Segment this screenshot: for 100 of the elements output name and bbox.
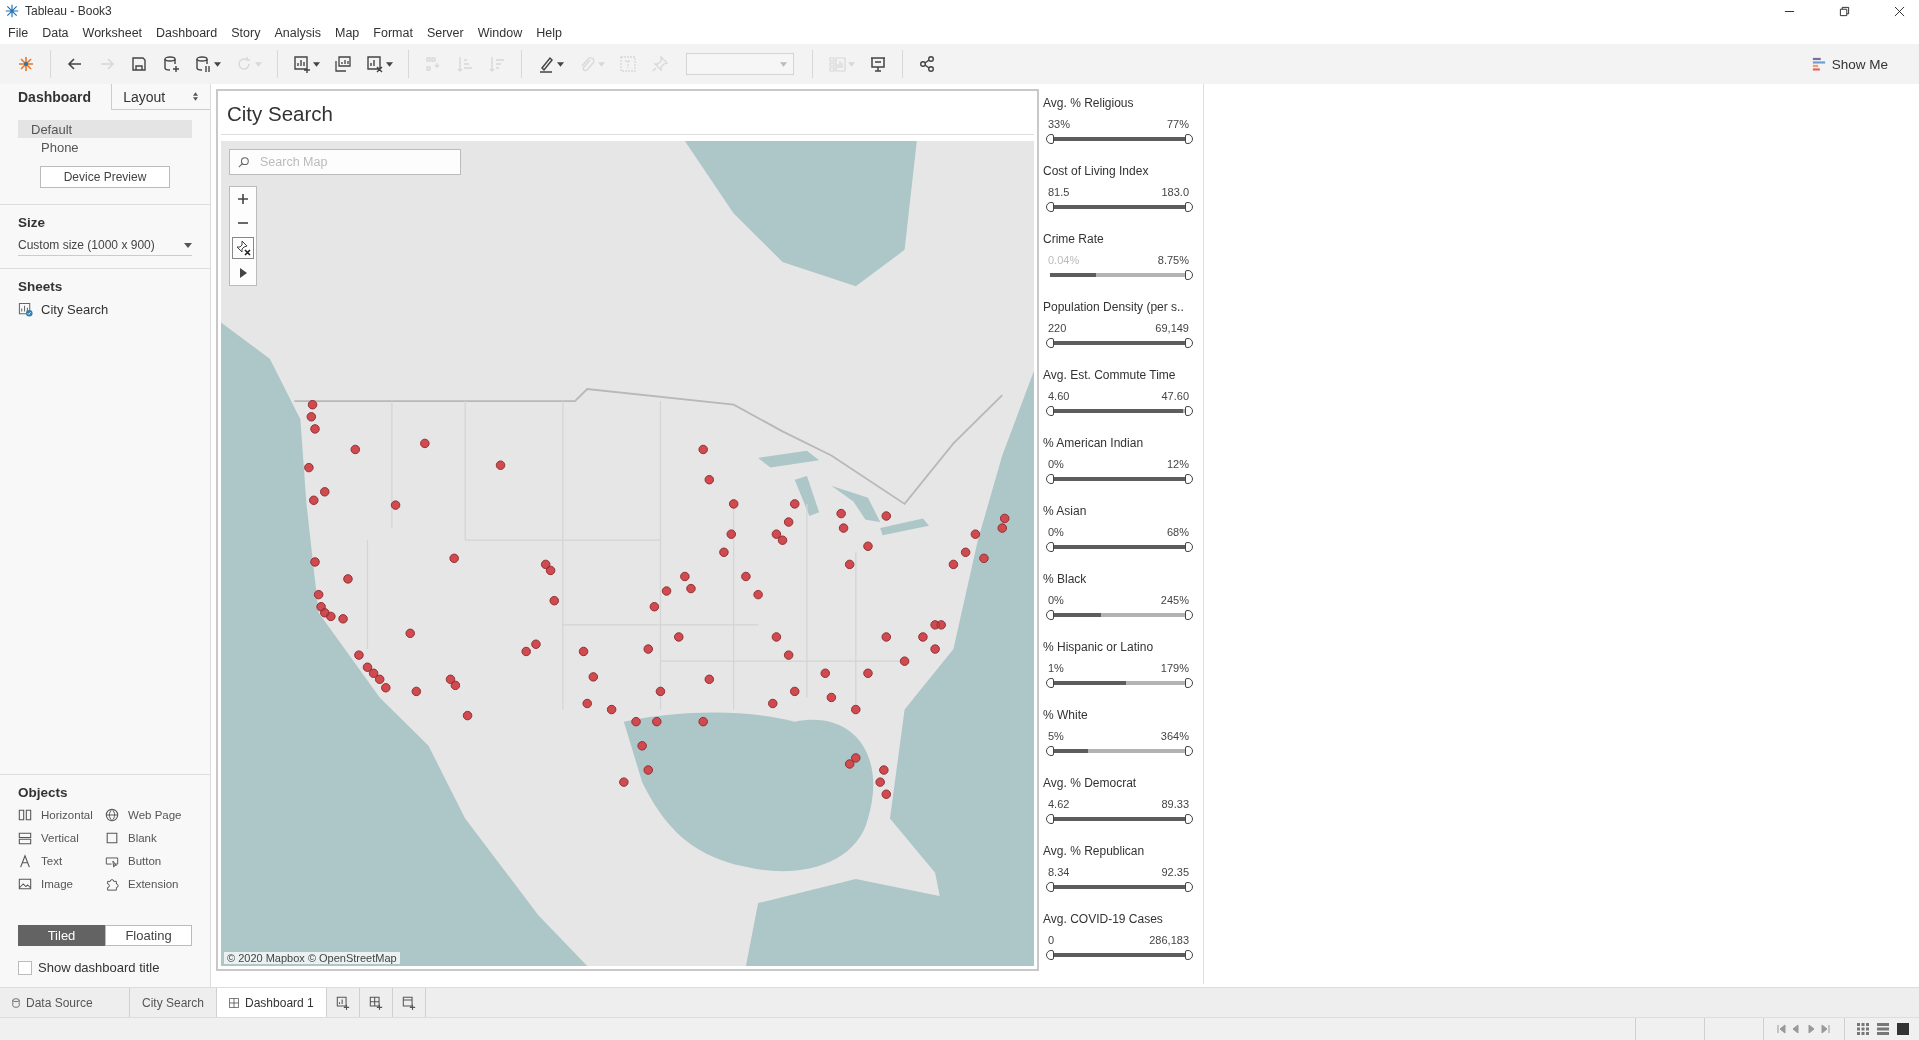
range-max: 183.0 <box>1161 186 1189 198</box>
caret-icon <box>184 242 192 248</box>
show-me-button[interactable]: Show Me <box>1805 55 1894 73</box>
caret-icon[interactable] <box>557 61 564 67</box>
restore-icon[interactable] <box>1839 5 1850 17</box>
object-item[interactable]: Web Page <box>128 809 182 821</box>
slider-handle[interactable] <box>1185 882 1193 892</box>
slider-handle[interactable] <box>1185 134 1193 144</box>
slider-handle[interactable] <box>1046 950 1054 960</box>
caret-icon[interactable] <box>214 61 221 67</box>
slider-handle[interactable] <box>1185 270 1193 280</box>
slider-handle[interactable] <box>1185 542 1193 552</box>
checkbox-label[interactable]: Show dashboard title <box>38 960 160 975</box>
clear-sheet-icon[interactable] <box>366 55 384 73</box>
sheet-tab[interactable]: Dashboard 1 <box>217 988 327 1017</box>
slider-handle[interactable] <box>1185 406 1193 416</box>
panel-tab[interactable]: Layout <box>110 84 210 110</box>
text-icon[interactable] <box>18 854 32 868</box>
caret-icon[interactable] <box>313 61 320 67</box>
close-icon[interactable] <box>1894 5 1905 17</box>
unpin-icon[interactable] <box>232 237 254 259</box>
slider-handle[interactable] <box>1185 678 1193 688</box>
slider-handle[interactable] <box>1046 678 1054 688</box>
range-min: 4.60 <box>1048 390 1070 402</box>
object-item[interactable]: Horizontal <box>41 809 93 821</box>
image-icon[interactable] <box>18 877 32 891</box>
new-worksheet-icon[interactable] <box>335 995 350 1010</box>
slider-handle[interactable] <box>1185 746 1193 756</box>
menu-item[interactable]: Format <box>373 26 413 40</box>
sheet-item[interactable]: City Search <box>41 302 109 317</box>
slider-handle[interactable] <box>1185 474 1193 484</box>
layout-toggle[interactable]: Floating <box>105 925 192 946</box>
filter-title: Crime Rate <box>1043 232 1105 246</box>
logo-icon[interactable] <box>17 55 35 73</box>
menu-item[interactable]: Worksheet <box>82 26 143 40</box>
object-item[interactable]: Vertical <box>41 832 79 844</box>
menu-item[interactable]: Server <box>426 26 464 40</box>
menu-item[interactable]: Dashboard <box>156 26 218 40</box>
layout-toggle[interactable]: Tiled <box>18 925 105 946</box>
object-item[interactable]: Extension <box>128 878 179 890</box>
vertical-icon[interactable] <box>18 831 32 845</box>
list-view-icon[interactable] <box>1877 1023 1889 1035</box>
add-chart-icon[interactable] <box>293 55 311 73</box>
slider-handle[interactable] <box>1046 338 1054 348</box>
presentation-icon[interactable] <box>869 55 887 73</box>
highlighter-icon[interactable] <box>537 55 555 73</box>
slider-handle[interactable] <box>1046 202 1054 212</box>
blank-icon[interactable] <box>105 831 119 845</box>
share-icon[interactable] <box>918 55 936 73</box>
save-icon[interactable] <box>130 55 148 73</box>
menu-item[interactable]: Help <box>536 26 562 40</box>
slider-handle[interactable] <box>1185 610 1193 620</box>
filter-title: Avg. Est. Commute Time <box>1043 368 1177 382</box>
new-story-icon[interactable] <box>401 995 416 1010</box>
slider-handle[interactable] <box>1046 406 1054 416</box>
slider-handle[interactable] <box>1046 134 1054 144</box>
slider-handle[interactable] <box>1185 950 1193 960</box>
checkbox[interactable] <box>18 960 32 975</box>
web-page-icon[interactable] <box>105 808 119 822</box>
slider-handle[interactable] <box>1185 338 1193 348</box>
menu-item[interactable]: Analysis <box>274 26 321 40</box>
range-min: 4.62 <box>1048 798 1070 810</box>
caret-icon[interactable] <box>386 61 393 67</box>
slider-handle[interactable] <box>1185 202 1193 212</box>
object-item[interactable]: Blank <box>128 832 157 844</box>
device-item[interactable]: Default <box>18 120 192 138</box>
object-item[interactable]: Text <box>41 855 63 867</box>
slider-handle[interactable] <box>1046 746 1054 756</box>
menu-item[interactable]: Story <box>231 26 261 40</box>
menu-item[interactable]: Map <box>334 26 360 40</box>
menu-item[interactable]: Data <box>42 26 69 40</box>
database-icon <box>12 997 20 1008</box>
slider-handle[interactable] <box>1046 542 1054 552</box>
new-dashboard-icon[interactable] <box>368 995 383 1010</box>
slider-handle[interactable] <box>1046 814 1054 824</box>
horizontal-icon[interactable] <box>18 808 32 822</box>
duplicate-icon[interactable] <box>334 55 352 73</box>
slider-handle[interactable] <box>1046 610 1054 620</box>
device-item[interactable]: Phone <box>18 138 192 156</box>
range-min: 5% <box>1048 730 1064 742</box>
object-item[interactable]: Image <box>41 878 73 890</box>
pause-database-icon[interactable] <box>194 55 212 73</box>
menu-item[interactable]: File <box>8 26 29 40</box>
object-item[interactable]: Button <box>128 855 162 867</box>
range-min: 1% <box>1048 662 1064 674</box>
size-dropdown[interactable]: Custom size (1000 x 900) <box>18 238 192 256</box>
menu-item[interactable]: Window <box>477 26 523 40</box>
slider-handle[interactable] <box>1046 882 1054 892</box>
slider-handle[interactable] <box>1046 474 1054 484</box>
filter-title: % Black <box>1043 572 1088 586</box>
search-field[interactable]: Search Map <box>229 149 461 175</box>
add-database-icon[interactable] <box>162 55 180 73</box>
device-preview-button[interactable]: Device Preview <box>40 166 170 188</box>
grid-view-icon[interactable] <box>1857 1023 1869 1035</box>
range-min: 0% <box>1048 526 1064 538</box>
range-min: 0% <box>1048 594 1064 606</box>
extension-icon[interactable] <box>105 877 119 891</box>
button-icon[interactable] <box>105 854 119 868</box>
slider-handle[interactable] <box>1185 814 1193 824</box>
filter-title: % Asian <box>1043 504 1088 518</box>
